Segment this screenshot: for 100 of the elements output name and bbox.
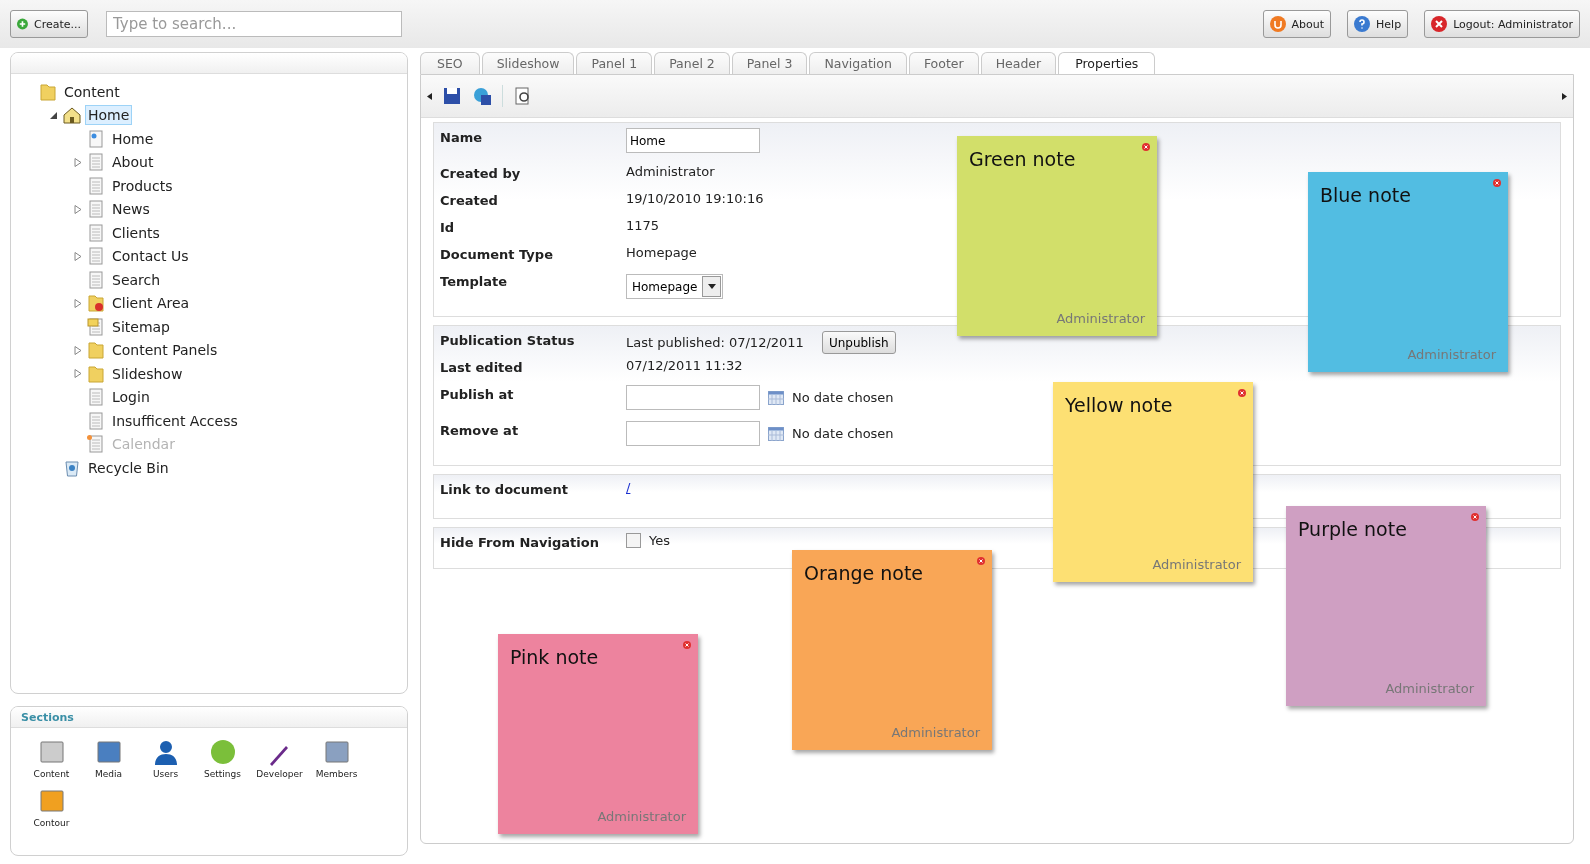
sticky-note[interactable]: Purple note Administrator — [1286, 506, 1486, 706]
close-icon — [1431, 16, 1448, 32]
tree-item[interactable]: Client Area — [109, 293, 193, 314]
note-title: Green note — [969, 148, 1077, 170]
field-label: Id — [440, 219, 456, 235]
field-label: Document Type — [440, 246, 554, 262]
folder-icon — [39, 82, 57, 101]
sticky-note[interactable]: Orange note Administrator — [792, 550, 992, 750]
about-button[interactable]: About — [1262, 10, 1332, 38]
field-value: Last published: 07/12/2011 — [626, 335, 804, 350]
expand-arrow-icon[interactable] — [74, 204, 82, 214]
tree-item[interactable]: Contact Us — [109, 246, 192, 267]
note-author: Administrator — [1407, 347, 1496, 362]
new-document-icon — [87, 435, 105, 454]
tree-item[interactable]: Content Panels — [109, 340, 221, 361]
field-label: Template — [440, 273, 509, 289]
close-icon[interactable] — [1471, 513, 1479, 521]
tree-item[interactable]: Login — [109, 387, 153, 408]
panel-title: Sections — [21, 710, 74, 724]
folder-icon — [87, 341, 105, 360]
tree-item[interactable]: Slideshow — [109, 363, 186, 384]
tree-item[interactable]: About — [109, 152, 157, 173]
checkbox-label: Yes — [649, 533, 670, 548]
field-value: Homepage — [626, 245, 697, 260]
field-value: 1175 — [626, 218, 660, 233]
field-label: Link to document — [440, 481, 569, 497]
section-link[interactable]: Media — [80, 738, 137, 779]
expand-arrow-icon[interactable] — [74, 157, 82, 167]
tab[interactable]: Panel 1 — [576, 52, 653, 74]
expand-arrow-icon[interactable] — [74, 251, 82, 261]
logout-button[interactable]: Logout: Administrator — [1424, 10, 1580, 38]
section-link[interactable]: Developer — [251, 738, 308, 779]
tab[interactable]: Navigation — [809, 52, 907, 74]
close-icon[interactable] — [683, 641, 691, 649]
document-icon — [87, 176, 105, 195]
field-value: 19/10/2010 19:10:16 — [626, 191, 764, 206]
tab[interactable]: Footer — [908, 52, 979, 74]
caret-icon — [707, 284, 716, 289]
field-label: Created by — [440, 165, 522, 181]
date-field[interactable] — [626, 421, 760, 446]
field-label: Created — [440, 192, 499, 208]
document-icon — [87, 200, 105, 219]
collapse-arrow-icon[interactable] — [50, 110, 58, 120]
help-button[interactable]: Help — [1347, 10, 1409, 38]
sticky-note[interactable]: Yellow note Administrator — [1053, 382, 1253, 582]
tab[interactable]: Panel 2 — [654, 52, 730, 74]
calendar-icon[interactable] — [768, 426, 784, 441]
field-label: Hide From Navigation — [440, 534, 600, 550]
date-field[interactable] — [626, 385, 760, 410]
tree-item[interactable]: Products — [109, 175, 176, 196]
field-label: Publish at — [440, 386, 515, 402]
tree-item[interactable]: News — [109, 199, 153, 220]
scroll-left-arrow-icon[interactable] — [427, 92, 432, 100]
tab[interactable]: SEO — [420, 52, 480, 74]
expand-arrow-icon[interactable] — [74, 298, 82, 308]
document-icon — [87, 223, 105, 242]
tree-item[interactable]: Sitemap — [109, 316, 173, 337]
tree-item[interactable]: Home — [85, 105, 133, 126]
scroll-right-arrow-icon[interactable] — [1562, 92, 1567, 100]
section-link[interactable]: Settings — [194, 738, 251, 779]
expand-arrow-icon[interactable] — [74, 345, 82, 355]
template-dropdown[interactable]: Homepage — [626, 274, 724, 299]
name-field[interactable]: Home — [626, 128, 760, 153]
document-link[interactable]: / — [626, 480, 631, 495]
close-icon[interactable] — [1142, 143, 1150, 151]
tab[interactable]: Panel 3 — [731, 52, 808, 74]
tab[interactable]: Header — [980, 52, 1057, 74]
note-author: Administrator — [1152, 557, 1241, 572]
sticky-note[interactable]: Green note Administrator — [957, 136, 1157, 336]
section-link[interactable]: Users — [137, 738, 194, 779]
field-label: Name — [440, 129, 483, 145]
close-icon[interactable] — [977, 557, 985, 565]
field-label: Publication Status — [440, 332, 576, 348]
checkbox[interactable] — [626, 533, 641, 548]
expand-arrow-icon[interactable] — [74, 369, 82, 379]
field-value: Administrator — [626, 164, 715, 179]
tree-item[interactable]: Search — [109, 269, 164, 290]
tree-item[interactable]: Insufficent Access — [109, 410, 241, 431]
tab[interactable]: Properties — [1058, 52, 1156, 74]
calendar-icon[interactable] — [768, 390, 784, 405]
tree-item[interactable]: Clients — [109, 222, 163, 243]
folder-icon — [87, 364, 105, 383]
sticky-note[interactable]: Blue note Administrator — [1308, 172, 1508, 372]
sticky-note[interactable]: Pink note Administrator — [498, 634, 698, 834]
plus-icon — [17, 16, 28, 32]
save-icon[interactable] — [442, 86, 462, 106]
search-field[interactable]: Type to search... — [106, 11, 402, 37]
globe-save-icon[interactable] — [472, 86, 492, 106]
tree-item[interactable]: Content — [61, 81, 123, 102]
close-icon[interactable] — [1493, 179, 1501, 187]
recycle-bin-icon — [63, 458, 81, 477]
tree-item[interactable]: Recycle Bin — [85, 457, 172, 478]
section-link[interactable]: Content — [23, 738, 80, 779]
tab[interactable]: Slideshow — [481, 52, 575, 74]
unpublish-button[interactable]: Unpublish — [821, 331, 896, 354]
tree-item[interactable]: Home — [109, 128, 157, 149]
section-link[interactable]: Members — [308, 738, 365, 779]
close-icon[interactable] — [1238, 389, 1246, 397]
section-link[interactable]: Contour — [23, 787, 80, 828]
create-button[interactable]: Create... — [10, 10, 88, 38]
